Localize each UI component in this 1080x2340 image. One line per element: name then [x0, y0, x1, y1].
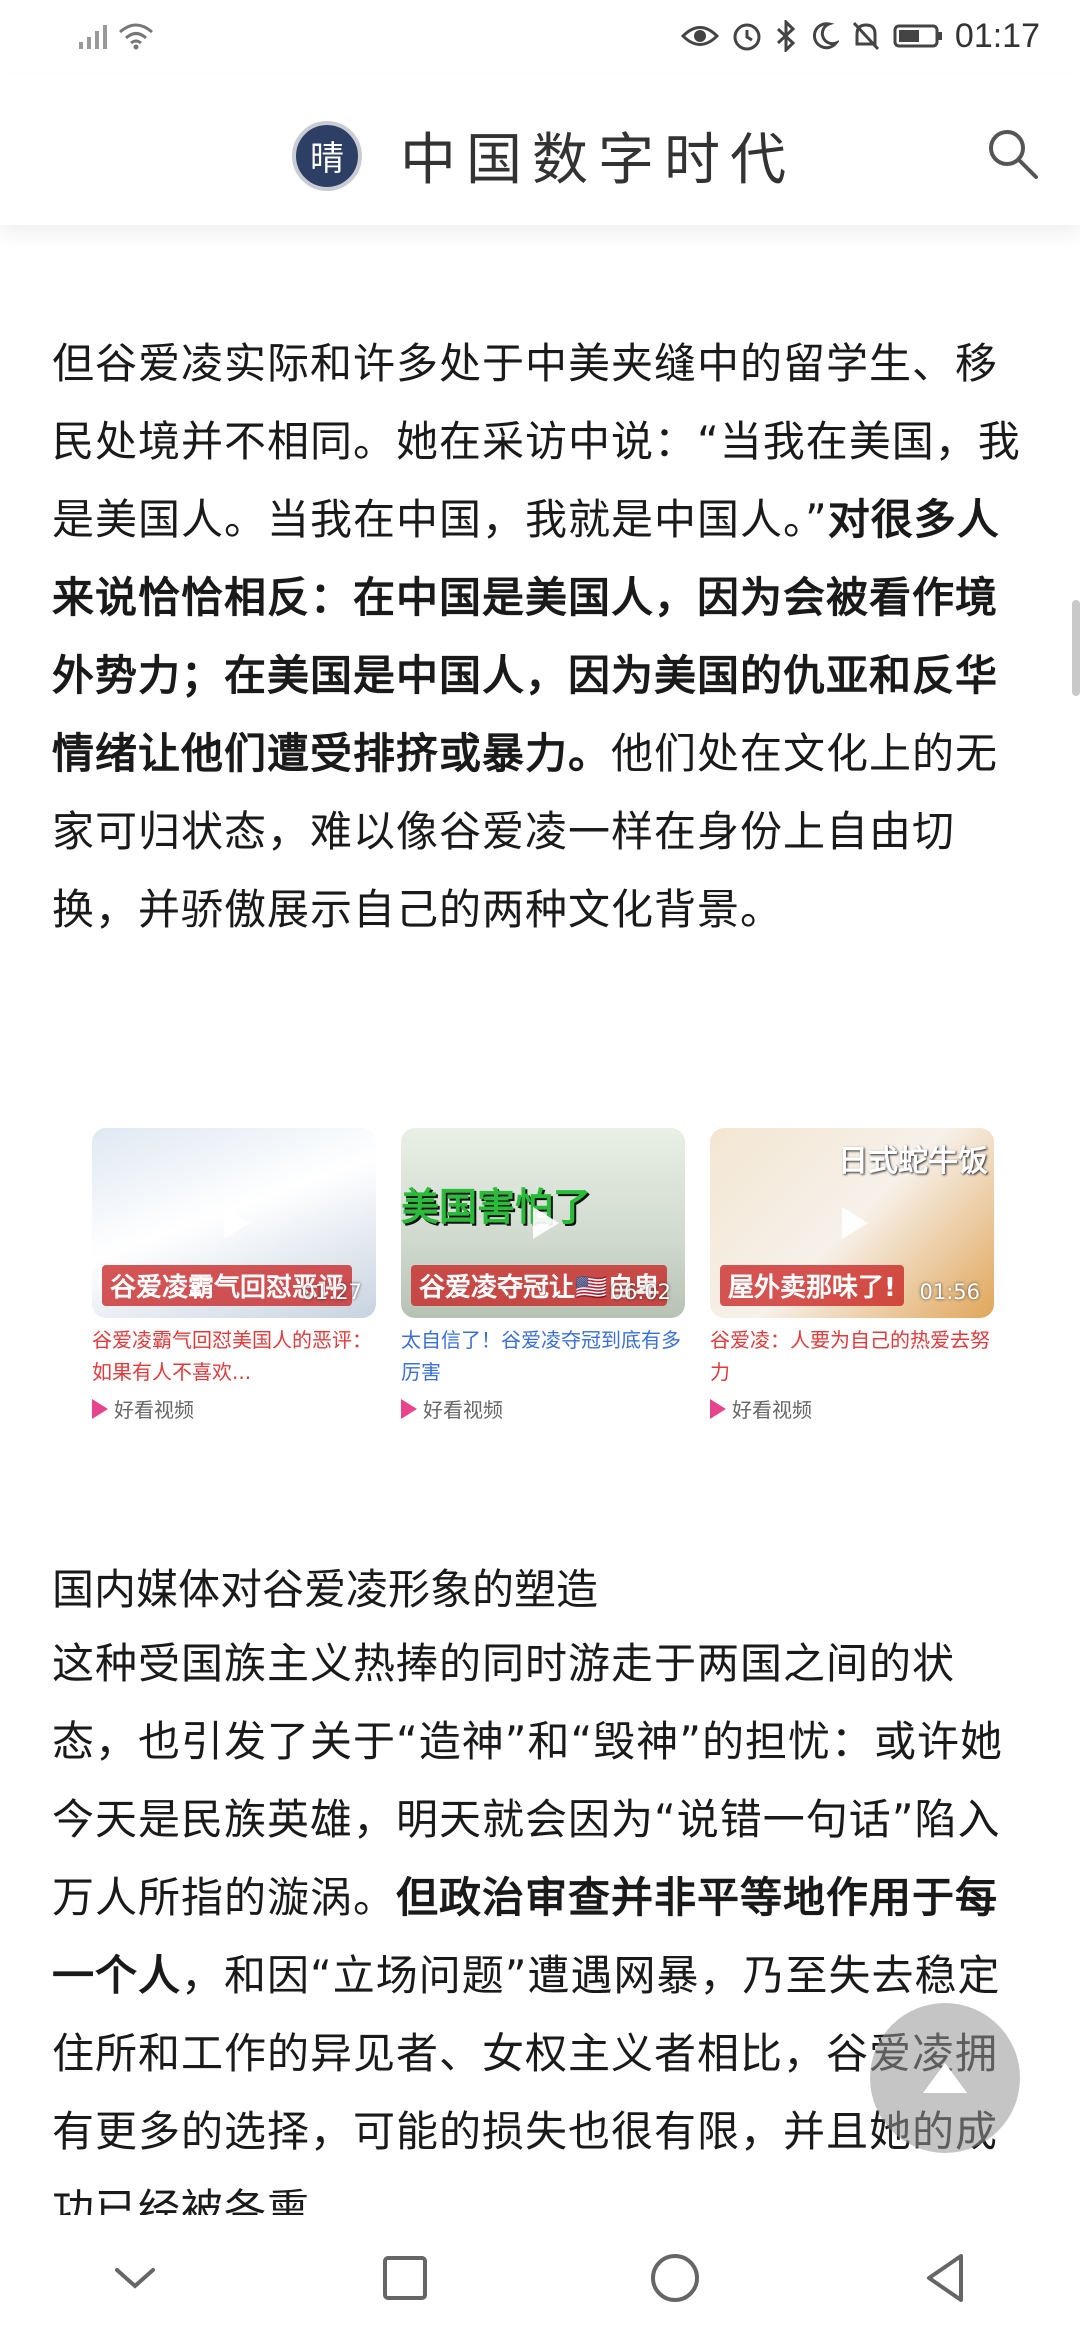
status-time: 01:17 [954, 16, 1040, 55]
app-header: 晴 中国数字时代 [0, 75, 1080, 225]
hide-nav-button[interactable] [75, 2228, 195, 2328]
eye-icon [680, 26, 719, 46]
haokan-play-icon [401, 1398, 417, 1419]
scrollbar[interactable] [1072, 600, 1080, 696]
play-icon [842, 1207, 868, 1239]
video-duration: 01:56 [919, 1280, 980, 1304]
site-logo: 晴 [292, 120, 362, 191]
video-card[interactable]: 谷爱凌霸气回怼恶评 01:27 谷爱凌霸气回怼美国人的恶评：如果有人不喜欢...… [92, 1128, 376, 1423]
video-title[interactable]: 太自信了！谷爱凌夺冠到底有多厉害 [401, 1324, 685, 1388]
moon-icon [812, 22, 839, 50]
video-thumbnail[interactable]: 日式蛇牛饭 屋外卖那味了! 01:56 [710, 1128, 994, 1318]
battery-icon [893, 24, 942, 48]
status-left [78, 16, 154, 56]
signal-icon [79, 25, 107, 49]
thumbnail-banner: 日式蛇牛饭 [838, 1144, 988, 1179]
haokan-play-icon [710, 1398, 726, 1419]
bell-off-icon [852, 21, 880, 51]
back-icon [927, 2253, 963, 2302]
video-title[interactable]: 谷爱凌：人要为自己的热爱去努力 [710, 1324, 994, 1388]
search-icon[interactable] [984, 125, 1040, 181]
chevron-down-icon [115, 2267, 155, 2289]
status-right: 01:17 [680, 14, 1040, 58]
article-paragraph: 这种受国族主义热捧的同时游走于两国之间的状态，也引发了关于“造神”和“毁神”的担… [52, 1625, 1028, 2249]
article-body-continued: 国内媒体对谷爱凌形象的塑造 这种受国族主义热捧的同时游走于两国之间的状态，也引发… [52, 1555, 1028, 2249]
video-source-label: 好看视频 [423, 1398, 503, 1422]
status-bar: 01:17 [0, 0, 1080, 75]
thumbnail-caption: 屋外卖那味了! [720, 1265, 904, 1306]
back-button[interactable] [885, 2228, 1005, 2328]
site-title: 中国数字时代 [400, 128, 796, 193]
video-source-label: 好看视频 [732, 1398, 812, 1422]
video-recommendations: 谷爱凌霸气回怼恶评 01:27 谷爱凌霸气回怼美国人的恶评：如果有人不喜欢...… [92, 1128, 996, 1423]
haokan-play-icon [92, 1398, 108, 1419]
video-source-label: 好看视频 [114, 1398, 194, 1422]
video-title[interactable]: 谷爱凌霸气回怼美国人的恶评：如果有人不喜欢... [92, 1324, 376, 1388]
wifi-icon [119, 23, 153, 50]
thumbnail-banner: 美国害怕了 [401, 1185, 592, 1229]
paragraph-text: ，和因“立场问题”遭遇网暴，乃至失去稳定住所和工作的异见者、女权主义者相比，谷爱… [52, 1951, 1001, 2234]
video-source: 好看视频 [710, 1394, 994, 1423]
system-nav-bar [0, 2215, 1080, 2340]
recent-apps-button[interactable] [345, 2228, 465, 2328]
play-icon [224, 1207, 250, 1239]
brand[interactable]: 晴 中国数字时代 [292, 115, 796, 196]
alarm-icon [733, 23, 761, 51]
recent-apps-icon [383, 2255, 427, 2300]
scroll-to-top-button[interactable] [870, 2003, 1020, 2153]
play-icon [533, 1207, 559, 1239]
video-thumbnail[interactable]: 谷爱凌霸气回怼恶评 01:27 [92, 1128, 376, 1318]
video-card[interactable]: 美国害怕了 谷爱凌夺冠让🇺🇸自卑 06:02 太自信了！谷爱凌夺冠到底有多厉害 … [401, 1128, 685, 1423]
home-icon [651, 2253, 699, 2302]
video-duration: 06:02 [610, 1280, 671, 1304]
article-body: 但谷爱凌实际和许多处于中美夹缝中的留学生、移民处境并不相同。她在采访中说：“当我… [52, 325, 1028, 949]
home-button[interactable] [615, 2228, 735, 2328]
video-card[interactable]: 日式蛇牛饭 屋外卖那味了! 01:56 谷爱凌：人要为自己的热爱去努力 好看视频 [710, 1128, 994, 1423]
video-thumbnail[interactable]: 美国害怕了 谷爱凌夺冠让🇺🇸自卑 06:02 [401, 1128, 685, 1318]
video-source: 好看视频 [401, 1394, 685, 1423]
video-duration: 01:27 [301, 1280, 362, 1304]
article-paragraph: 但谷爱凌实际和许多处于中美夹缝中的留学生、移民处境并不相同。她在采访中说：“当我… [52, 325, 1028, 949]
arrow-up-icon [923, 2063, 967, 2093]
section-subheading: 国内媒体对谷爱凌形象的塑造 [52, 1565, 599, 1614]
video-source: 好看视频 [92, 1394, 376, 1423]
bluetooth-icon [776, 20, 796, 52]
